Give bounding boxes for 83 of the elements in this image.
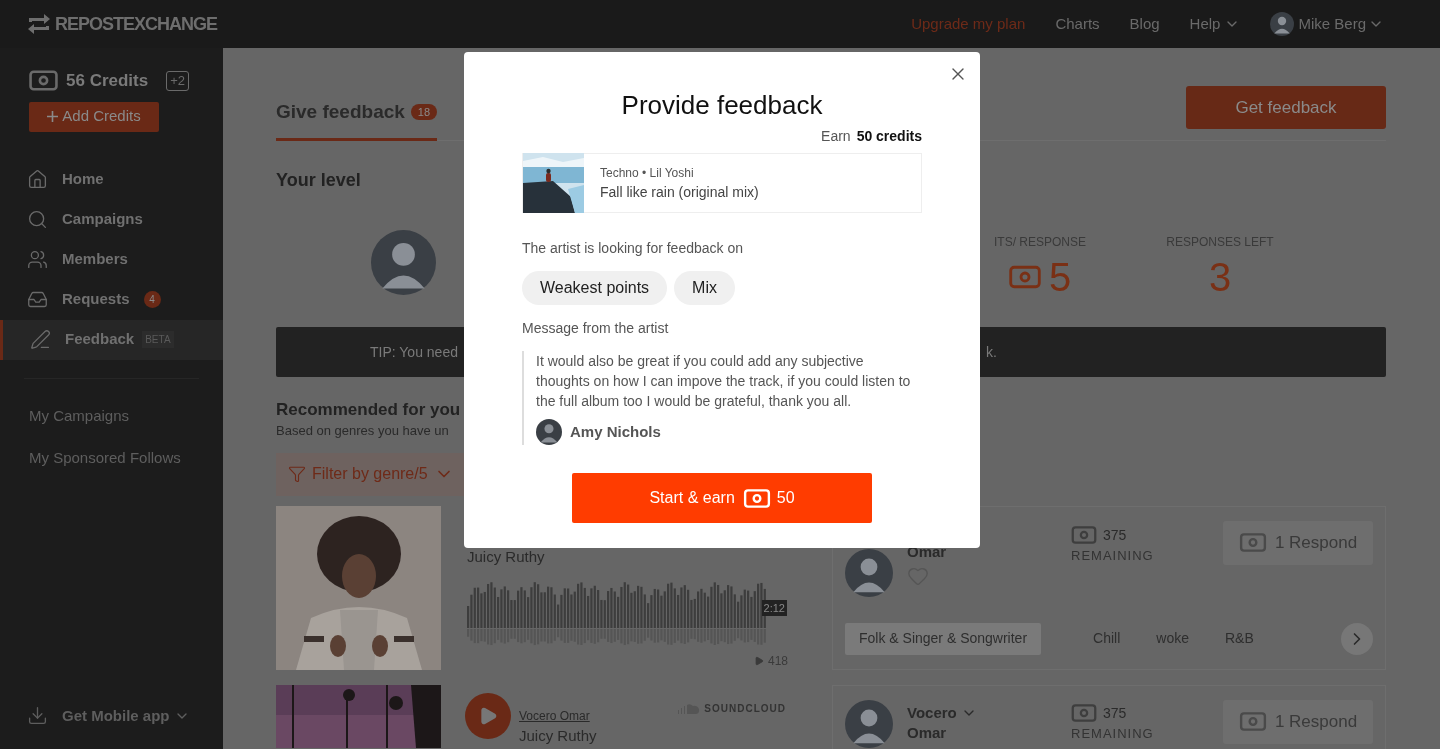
remaining-count: 375 [1103, 525, 1127, 545]
artist-link[interactable]: Vocero Omar [519, 706, 597, 725]
feedback-request-label: The artist is looking for feedback on [522, 239, 744, 258]
nav-link[interactable]: Charts [1055, 12, 1100, 36]
home-icon [27, 169, 48, 190]
sidebar-item-label: Home [62, 169, 104, 190]
artist-message: It would also be great if you could add any subjective thoughts on how I can impove the track, if you could listen to the full album too I would be grateful, thank you all. [536, 352, 912, 411]
credit-icon [742, 488, 771, 508]
credit-icon [1071, 526, 1097, 544]
genre-filter[interactable]: Filter by genre/5 [276, 452, 464, 496]
mobile-app-menu[interactable]: Get Mobile app [62, 704, 190, 727]
sidebar-item[interactable]: Requests 4 [0, 279, 223, 320]
credit-icon [29, 70, 58, 92]
avatar [1270, 12, 1295, 36]
genre-tag[interactable]: woke [1142, 622, 1203, 655]
sidebar-link[interactable]: My Campaigns [29, 404, 223, 427]
sidebar-item-label: Campaigns [62, 209, 143, 230]
tab[interactable]: Give feedback 18 [276, 86, 438, 141]
play-icon [478, 705, 498, 726]
repost-arrows-icon [27, 13, 51, 35]
tip-text: k. [986, 342, 997, 362]
inbox-icon [27, 289, 48, 310]
section-heading: Your level [276, 169, 362, 192]
sidebar-link[interactable]: My Sponsored Follows [29, 447, 223, 470]
search-icon [27, 209, 48, 230]
credit-icon [1071, 704, 1097, 722]
credits-balance: 56 Credits [66, 70, 149, 92]
avatar [371, 229, 436, 295]
message-label: Message from the artist [522, 319, 670, 338]
genre-tag[interactable]: Chill [1079, 622, 1135, 655]
genre-tag[interactable]: Folk & Singer & Songwriter [845, 622, 1042, 655]
tip-text: TIP: You need [370, 342, 459, 362]
section-heading: Recommended for you [276, 399, 462, 421]
get-feedback-button[interactable]: Get feedback [1186, 86, 1386, 129]
credit-icon [1238, 533, 1267, 552]
filter-icon [288, 465, 306, 483]
bonus-credits: +2 [166, 70, 190, 91]
credit-icon [1008, 265, 1041, 289]
earn-label: Earn [821, 127, 851, 146]
track-title: Juicy Ruthy [519, 725, 597, 746]
track-duration: 2:12 [761, 599, 787, 616]
stat-value: 3 [1208, 255, 1232, 299]
plus-icon [47, 111, 59, 122]
pen-icon [30, 329, 51, 350]
sidebar-item-label: Requests [62, 289, 130, 310]
credit-icon [1238, 712, 1267, 731]
genre-tag[interactable]: R&B [1211, 622, 1268, 655]
earn-amount: 50 credits [856, 127, 922, 146]
nav-link[interactable]: Blog [1129, 12, 1160, 36]
next-button[interactable] [1341, 622, 1373, 655]
sidebar-item[interactable]: Home [0, 159, 223, 200]
feedback-chip: Mix [674, 271, 735, 305]
play-button[interactable] [465, 692, 511, 739]
track-title: Juicy Ruthy [467, 547, 546, 566]
count-badge: 4 [143, 291, 161, 308]
section-subtitle: Based on genres you have un [276, 422, 450, 440]
sidebar-item-label: Members [62, 249, 128, 270]
avatar [536, 419, 562, 445]
sidebar-item-label: Feedback [65, 329, 135, 350]
author-name: Amy Nichols [570, 421, 661, 442]
users-icon [27, 249, 48, 270]
logo-wordmark[interactable]: REPOSTEXCHANGE [55, 15, 218, 33]
upgrade-link[interactable]: Upgrade my plan [911, 12, 1026, 36]
help-menu[interactable]: Help [1189, 12, 1241, 36]
member-name: Omar [907, 724, 948, 742]
sidebar-item[interactable]: Campaigns [0, 199, 223, 240]
member-name: Vocero [907, 702, 957, 723]
dialog-title: Provide feedback [621, 89, 823, 122]
remaining-count: 375 [1103, 703, 1127, 723]
start-earn-button[interactable]: Start & earn 50 [572, 473, 872, 523]
add-credits-button[interactable]: Add Credits [29, 101, 159, 132]
member-name: Omar [907, 542, 948, 561]
track-title: Fall like rain (original mix) [600, 182, 759, 202]
sidebar-item[interactable]: Members [0, 239, 223, 280]
stat-value: 5 [1048, 255, 1072, 299]
avatar [845, 699, 893, 748]
feedback-chip: Weakest points [522, 271, 668, 305]
play-icon [753, 655, 764, 666]
count-badge: 18 [410, 103, 438, 121]
download-icon [27, 705, 48, 727]
user-menu[interactable]: Mike Berg [1298, 12, 1384, 36]
avatar [845, 548, 893, 597]
track-meta: Techno • Lil Yoshi [600, 164, 695, 182]
